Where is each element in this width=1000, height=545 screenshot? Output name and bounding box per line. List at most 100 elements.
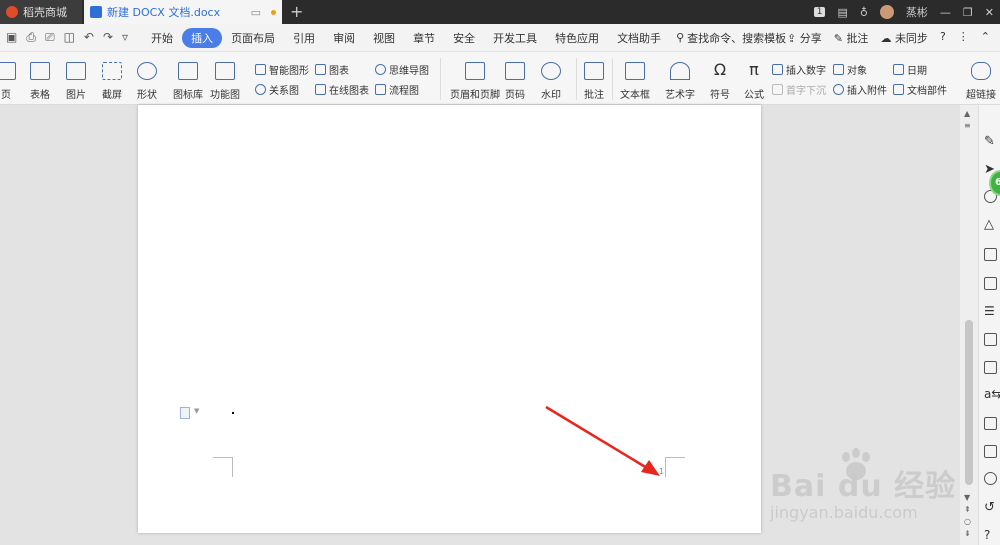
insert-number-button[interactable]: 插入数字 bbox=[772, 62, 826, 77]
redo-icon[interactable]: ↷ bbox=[103, 30, 113, 45]
chart-button[interactable]: 图表 bbox=[315, 62, 349, 77]
scroll-up-page-icon[interactable]: ≡ bbox=[964, 121, 971, 130]
dropcap-label: 首字下沉 bbox=[786, 86, 826, 97]
table-button[interactable]: 表格 bbox=[30, 62, 50, 101]
tab-document[interactable]: 新建 DOCX 文档.docx ▭ bbox=[84, 0, 282, 24]
shape-button[interactable]: 形状 bbox=[137, 62, 157, 101]
symbol-button[interactable]: Ω 符号 bbox=[710, 62, 730, 102]
more-icon[interactable]: ▿ bbox=[122, 30, 128, 45]
collapse-ribbon-icon[interactable]: ⌃ bbox=[981, 30, 990, 46]
help-button[interactable]: ? bbox=[940, 30, 946, 46]
fill-icon[interactable]: △ bbox=[984, 218, 997, 231]
wordart-icon bbox=[670, 62, 690, 80]
function-chart-icon bbox=[215, 62, 235, 80]
tab-section[interactable]: 章节 bbox=[404, 28, 444, 48]
skin-icon[interactable]: ♁ bbox=[860, 6, 868, 19]
mindmap-icon bbox=[375, 64, 386, 75]
screenshot-button[interactable]: 截屏 bbox=[102, 62, 122, 101]
page-number-button[interactable]: 页码 bbox=[505, 62, 525, 101]
export-icon[interactable] bbox=[984, 361, 997, 374]
watermark-button[interactable]: 水印 bbox=[541, 62, 561, 101]
print-icon[interactable]: ⎚ bbox=[45, 30, 55, 45]
tab-store[interactable]: 稻壳商城 bbox=[0, 0, 82, 24]
sync-button[interactable]: ☁ 未同步 bbox=[880, 30, 928, 46]
scroll-up-icon[interactable]: ▲ bbox=[964, 109, 970, 118]
apps-icon[interactable] bbox=[984, 277, 997, 290]
tab-developer[interactable]: 开发工具 bbox=[484, 28, 546, 48]
table-grid-icon[interactable] bbox=[984, 248, 997, 261]
preview-icon[interactable]: ◫ bbox=[64, 30, 75, 45]
archive-icon[interactable] bbox=[984, 417, 997, 430]
relation-button[interactable]: 关系图 bbox=[255, 82, 299, 97]
pen-icon[interactable]: ✎ bbox=[984, 135, 997, 148]
hyperlink-button[interactable]: 超链接 bbox=[966, 62, 996, 101]
picture-button[interactable]: 图片 bbox=[66, 62, 86, 101]
tab-review[interactable]: 审阅 bbox=[324, 28, 364, 48]
date-button[interactable]: 日期 bbox=[893, 62, 927, 77]
function-chart-label: 功能图 bbox=[210, 90, 240, 101]
doc-parts-icon bbox=[893, 84, 904, 95]
tab-doc-assistant[interactable]: 文档助手 bbox=[608, 28, 670, 48]
tab-references[interactable]: 引用 bbox=[284, 28, 324, 48]
textbox-button[interactable]: 文本框 bbox=[620, 62, 650, 101]
save-icon[interactable]: ▣ bbox=[6, 30, 17, 45]
location-icon[interactable] bbox=[984, 472, 997, 485]
tab-features[interactable]: 特色应用 bbox=[546, 28, 608, 48]
watermark-icon bbox=[541, 62, 561, 80]
search-icon: ⚲ bbox=[676, 31, 685, 44]
function-chart-button[interactable]: 功能图 bbox=[210, 62, 240, 101]
online-chart-button[interactable]: 在线图表 bbox=[315, 82, 369, 97]
avatar[interactable] bbox=[879, 5, 894, 19]
tab-home[interactable]: 开始 bbox=[142, 28, 182, 48]
shape-icon bbox=[137, 62, 157, 80]
formula-button[interactable]: π 公式 bbox=[744, 62, 764, 102]
close-icon[interactable]: ✕ bbox=[985, 6, 994, 19]
window-count-badge[interactable]: 1 bbox=[813, 7, 826, 17]
attachment-label: 插入附件 bbox=[847, 86, 887, 97]
screen-icon[interactable]: ▭ bbox=[251, 6, 261, 19]
textbox-icon bbox=[625, 62, 645, 80]
smartart-button[interactable]: 智能图形 bbox=[255, 62, 309, 77]
restore-icon[interactable]: ❐ bbox=[963, 6, 973, 19]
help-circle-icon[interactable]: ? bbox=[984, 529, 997, 542]
new-tab-button[interactable]: + bbox=[290, 2, 303, 21]
more-options-icon[interactable]: ⋮ bbox=[958, 30, 969, 46]
header-footer-button[interactable]: 页眉和页脚 bbox=[450, 62, 500, 101]
command-search[interactable]: ⚲ 查找命令、搜索模板 bbox=[676, 30, 786, 46]
ribbon-separator bbox=[612, 58, 613, 100]
output-icon[interactable]: ⎙ bbox=[26, 30, 36, 45]
dropcap-button[interactable]: 首字下沉 bbox=[772, 82, 826, 97]
history-icon[interactable]: ↺ bbox=[984, 501, 997, 514]
insert-number-label: 插入数字 bbox=[786, 66, 826, 77]
attachment-button[interactable]: 插入附件 bbox=[833, 82, 887, 97]
menu-tabs: 开始 插入 页面布局 引用 审阅 视图 章节 安全 开发工具 特色应用 文档助手 bbox=[142, 27, 670, 48]
annotate-button[interactable]: 批注 bbox=[584, 62, 604, 101]
ribbon-separator bbox=[576, 58, 577, 100]
translate-icon[interactable]: a⇆ bbox=[984, 388, 1000, 401]
calendar-icon bbox=[893, 64, 904, 75]
minimize-icon[interactable]: — bbox=[940, 6, 951, 19]
tab-layout[interactable]: 页面布局 bbox=[222, 28, 284, 48]
table-icon bbox=[30, 62, 50, 80]
tab-insert[interactable]: 插入 bbox=[182, 27, 223, 48]
user-name[interactable]: 蒸彬 bbox=[906, 4, 928, 20]
copy-doc-icon[interactable] bbox=[984, 333, 997, 346]
tab-view[interactable]: 视图 bbox=[364, 28, 404, 48]
tab-security[interactable]: 安全 bbox=[444, 28, 484, 48]
screenshot-icon bbox=[102, 62, 122, 80]
mindmap-button[interactable]: 思维导图 bbox=[375, 62, 429, 77]
annotate-label: 批注 bbox=[584, 90, 604, 101]
undo-icon[interactable]: ↶ bbox=[84, 30, 94, 45]
object-button[interactable]: 对象 bbox=[833, 62, 867, 77]
page-button[interactable]: 页 bbox=[0, 62, 16, 101]
icon-library-button[interactable]: 图标库 bbox=[173, 62, 203, 101]
doc-parts-button[interactable]: 文档部件 bbox=[893, 82, 947, 97]
tab-document-label: 新建 DOCX 文档.docx bbox=[107, 6, 221, 19]
settings-sliders-icon[interactable]: ☰ bbox=[984, 305, 997, 318]
collapse-icon[interactable]: ▤ bbox=[837, 6, 847, 19]
comment-button[interactable]: ✎ 批注 bbox=[834, 30, 869, 46]
wordart-button[interactable]: 艺术字 bbox=[665, 62, 695, 101]
share-button[interactable]: ⇪ 分享 bbox=[787, 30, 822, 46]
flowchart-button[interactable]: 流程图 bbox=[375, 82, 419, 97]
image-icon[interactable] bbox=[984, 445, 997, 458]
